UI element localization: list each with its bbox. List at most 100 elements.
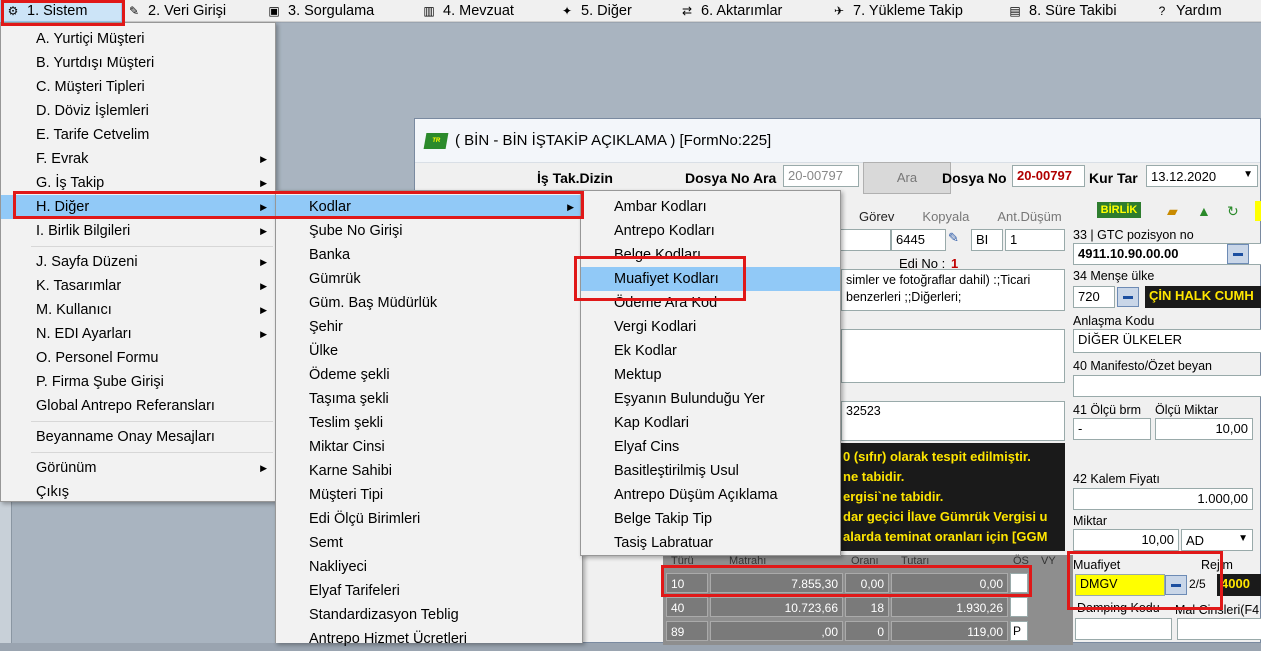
menu-item-sayfa-duzeni[interactable]: J. Sayfa Düzeni ▶ <box>1 250 275 274</box>
menu-item-belge-takip-tip[interactable]: Belge Takip Tip <box>581 507 840 531</box>
lookup-button-icon[interactable]: ▬ <box>1117 287 1139 307</box>
menu-veri-girisi[interactable]: ✎ 2. Veri Girişi <box>122 0 262 22</box>
menu-item-evrak[interactable]: F. Evrak ▶ <box>1 147 275 171</box>
tab-kopyala[interactable]: Kopyala <box>908 209 983 224</box>
menu-item-antrepo-hizmet-ucretleri[interactable]: Antrepo Hizmet Ücretleri <box>276 627 582 651</box>
menu-item-antrepo-kodlari[interactable]: Antrepo Kodları <box>581 219 840 243</box>
field-1[interactable]: 1 <box>1005 229 1065 251</box>
menu-item-kodlar[interactable]: Kodlar ▶ <box>276 195 582 219</box>
menu-item-yurtici-musteri[interactable]: A. Yurtiçi Müşteri <box>1 27 275 51</box>
grid-cell-matrah[interactable]: ,00 <box>710 621 843 641</box>
menu-item-tasima-sekli[interactable]: Taşıma şekli <box>276 387 582 411</box>
menu-aktarimlar[interactable]: ⇄ 6. Aktarımlar <box>675 0 827 22</box>
lookup-button-icon[interactable]: ▬ <box>1165 575 1187 595</box>
menu-item-gumruk[interactable]: Gümrük <box>276 267 582 291</box>
text-area-2[interactable] <box>841 329 1065 383</box>
menu-diger[interactable]: ✦ 5. Diğer <box>555 0 675 22</box>
menu-sure-takibi[interactable]: ▤ 8. Süre Takibi <box>1003 0 1150 22</box>
mense-code-input[interactable]: 720 <box>1073 286 1115 308</box>
menu-item-ek-kodlar[interactable]: Ek Kodlar <box>581 339 840 363</box>
grid-cell-turu[interactable]: 40 <box>666 597 708 617</box>
menu-sorgulama[interactable]: ▣ 3. Sorgulama <box>262 0 417 22</box>
menu-item-odeme-sekli[interactable]: Ödeme şekli <box>276 363 582 387</box>
field-6445[interactable]: 6445 <box>891 229 946 251</box>
menu-item-nakliyeci[interactable]: Nakliyeci <box>276 555 582 579</box>
menu-item-gum-bas-mudurluk[interactable]: Güm. Baş Müdürlük <box>276 291 582 315</box>
menu-item-edi-olcu-birimleri[interactable]: Edi Ölçü Birimleri <box>276 507 582 531</box>
grid-cell-matrah[interactable]: 10.723,66 <box>710 597 843 617</box>
kur-tar-date[interactable]: 13.12.2020 <box>1146 165 1258 187</box>
menu-item-tarife-cetvelim[interactable]: E. Tarife Cetvelim <box>1 123 275 147</box>
field-left-partial[interactable] <box>833 229 891 251</box>
menu-item-gorunum[interactable]: Görünüm ▶ <box>1 456 275 480</box>
menu-item-esyanin-bulundugu-yer[interactable]: Eşyanın Bulunduğu Yer <box>581 387 840 411</box>
tab-gorev[interactable]: Görev <box>845 209 908 224</box>
menu-item-beyanname-onay[interactable]: Beyanname Onay Mesajları <box>1 425 275 449</box>
menu-sistem[interactable]: ⚙ 1. Sistem <box>0 0 122 22</box>
menu-item-belge-kodlari[interactable]: Belge Kodları <box>581 243 840 267</box>
folder-up-icon[interactable]: ▲ <box>1197 203 1211 219</box>
menu-yukleme-takip[interactable]: ✈ 7. Yükleme Takip <box>827 0 1003 22</box>
refresh-icon[interactable]: ↻ <box>1227 203 1239 220</box>
lookup-button-icon[interactable]: ▬ <box>1227 244 1249 264</box>
anlasma-input[interactable]: DİĞER ÜLKELER <box>1073 329 1261 353</box>
grid-cell-os[interactable] <box>1010 573 1028 593</box>
menu-item-karne-sahibi[interactable]: Karne Sahibi <box>276 459 582 483</box>
grid-cell-tutar[interactable]: 1.930,26 <box>891 597 1008 617</box>
muafiyet-input[interactable]: DMGV <box>1075 574 1165 596</box>
damping-input[interactable] <box>1075 618 1172 640</box>
menu-item-elyaf-tarifeleri[interactable]: Elyaf Tarifeleri <box>276 579 582 603</box>
menu-item-yurtdisi-musteri[interactable]: B. Yurtdışı Müşteri <box>1 51 275 75</box>
menu-item-odeme-ara-kod[interactable]: Ödeme Ara Kod <box>581 291 840 315</box>
birlik-badge[interactable]: BİRLİK <box>1097 202 1141 218</box>
edit-field-icon[interactable]: ✎ <box>948 230 959 246</box>
menu-item-basitlestirilmis-usul[interactable]: Basitleştirilmiş Usul <box>581 459 840 483</box>
menu-item-kullanici[interactable]: M. Kullanıcı ▶ <box>1 298 275 322</box>
tab-ant-dusum[interactable]: Ant.Düşüm <box>983 209 1075 224</box>
menu-item-tasis-labratuar[interactable]: Tasiş Labratuar <box>581 531 840 555</box>
menu-item-global-antrepo[interactable]: Global Antrepo Referansları <box>1 394 275 418</box>
menu-item-edi-ayarlari[interactable]: N. EDI Ayarları ▶ <box>1 322 275 346</box>
code-field-32523[interactable]: 32523 <box>841 401 1065 441</box>
grid-cell-tutar[interactable]: 0,00 <box>891 573 1008 593</box>
menu-item-musteri-tipi[interactable]: Müşteri Tipi <box>276 483 582 507</box>
kalem-fiyati-input[interactable]: 1.000,00 <box>1073 488 1253 510</box>
olcu-brm-input[interactable]: - <box>1073 418 1151 440</box>
menu-item-semt[interactable]: Semt <box>276 531 582 555</box>
miktar-input[interactable]: 10,00 <box>1073 529 1179 551</box>
menu-item-antrepo-dusum-aciklama[interactable]: Antrepo Düşüm Açıklama <box>581 483 840 507</box>
menu-item-musteri-tipleri[interactable]: C. Müşteri Tipleri <box>1 75 275 99</box>
manifesto-input[interactable] <box>1073 375 1261 397</box>
menu-item-kap-kodlari[interactable]: Kap Kodlari <box>581 411 840 435</box>
description-textarea[interactable]: simler ve fotoğraflar dahil) :;Ticari be… <box>841 269 1065 311</box>
folder-open-icon[interactable]: ▰ <box>1167 203 1178 220</box>
menu-item-mektup[interactable]: Mektup <box>581 363 840 387</box>
grid-cell-turu[interactable]: 89 <box>666 621 708 641</box>
menu-item-ulke[interactable]: Ülke <box>276 339 582 363</box>
menu-item-cikis[interactable]: Çıkış <box>1 480 275 504</box>
menu-item-personel-formu[interactable]: O. Personel Formu <box>1 346 275 370</box>
dosya-no-input[interactable]: 20-00797 <box>1012 165 1085 187</box>
grid-cell-os[interactable]: P <box>1010 621 1028 641</box>
menu-mevzuat[interactable]: ▥ 4. Mevzuat <box>417 0 555 22</box>
grid-cell-turu[interactable]: 10 <box>666 573 708 593</box>
menu-item-doviz-islemleri[interactable]: D. Döviz İşlemleri <box>1 99 275 123</box>
menu-item-sehir[interactable]: Şehir <box>276 315 582 339</box>
menu-item-tasarimlar[interactable]: K. Tasarımlar ▶ <box>1 274 275 298</box>
grid-cell-oran[interactable]: 0 <box>845 621 889 641</box>
grid-cell-tutar[interactable]: 119,00 <box>891 621 1008 641</box>
grid-cell-oran[interactable]: 18 <box>845 597 889 617</box>
menu-item-banka[interactable]: Banka <box>276 243 582 267</box>
field-bi[interactable]: BI <box>971 229 1003 251</box>
menu-item-standardizasyon-teblig[interactable]: Standardizasyon Teblig <box>276 603 582 627</box>
menu-item-elyaf-cins[interactable]: Elyaf Cins <box>581 435 840 459</box>
menu-item-ambar-kodlari[interactable]: Ambar Kodları <box>581 195 840 219</box>
menu-item-diger[interactable]: H. Diğer ▶ <box>1 195 275 219</box>
olcu-miktar-input[interactable]: 10,00 <box>1155 418 1253 440</box>
menu-item-vergi-kodlari[interactable]: Vergi Kodlari <box>581 315 840 339</box>
dosya-no-ara-input[interactable]: 20-00797 <box>783 165 859 187</box>
mal-cinsleri-input[interactable] <box>1177 618 1261 640</box>
grid-cell-matrah[interactable]: 7.855,30 <box>710 573 843 593</box>
menu-item-teslim-sekli[interactable]: Teslim şekli <box>276 411 582 435</box>
menu-item-birlik-bilgileri[interactable]: I. Birlik Bilgileri ▶ <box>1 219 275 243</box>
